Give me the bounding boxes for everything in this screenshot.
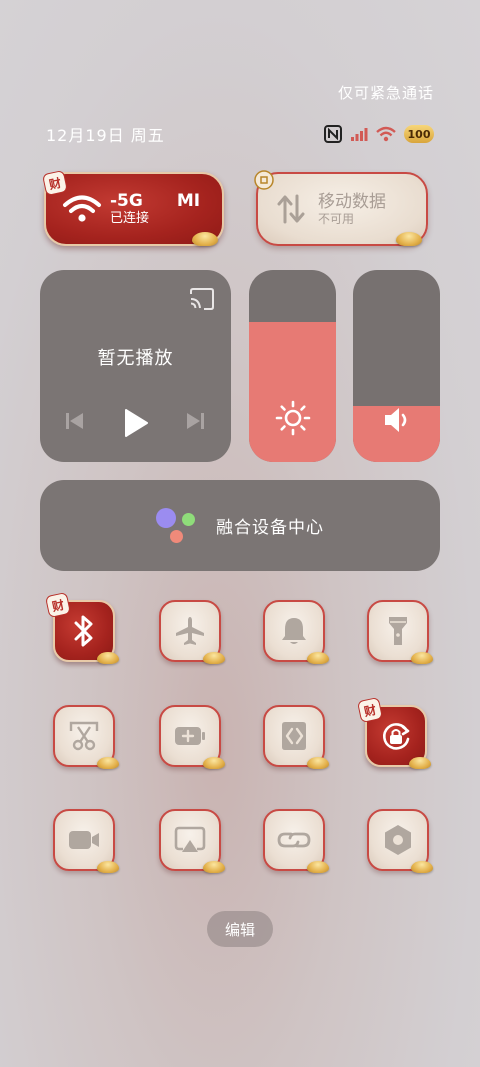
data-arrows-icon [277, 194, 305, 224]
bluetooth-icon [74, 615, 93, 647]
rotation-lock-toggle[interactable]: 财 [356, 696, 431, 769]
coin-icon [254, 170, 274, 190]
bell-icon [282, 618, 306, 644]
brightness-slider[interactable] [249, 270, 336, 462]
previous-icon[interactable] [64, 410, 86, 432]
gold-ingot-icon [409, 757, 431, 769]
rotation-lock-icon [383, 723, 410, 750]
gold-ingot-icon [307, 652, 329, 664]
play-icon[interactable] [122, 408, 150, 438]
mobile-data-status: 不可用 [318, 212, 355, 226]
hub-dots-icon [156, 507, 196, 544]
speaker-icon [384, 408, 406, 432]
gold-ingot-icon [307, 861, 329, 873]
gold-ingot-icon [97, 652, 119, 664]
volume-slider[interactable] [353, 270, 440, 462]
screen-mirror-toggle[interactable] [159, 809, 225, 873]
gold-ingot-icon [307, 757, 329, 769]
cast-arrows-icon [282, 722, 306, 750]
video-camera-icon [69, 831, 99, 849]
gold-ingot-icon [192, 232, 218, 246]
device-hub-button[interactable]: 融合设备中心 [40, 480, 440, 571]
gold-ingot-icon [97, 861, 119, 873]
date-label: 12月19日 周五 [46, 126, 165, 145]
battery-saver-icon [175, 727, 205, 745]
nearby-share-toggle[interactable] [263, 705, 329, 769]
sun-icon [275, 400, 310, 436]
device-hub-label: 融合设备中心 [216, 518, 324, 538]
flashlight-icon [389, 617, 407, 645]
cai-badge-icon: 财 [44, 591, 72, 619]
media-title: 暂无播放 [97, 348, 174, 369]
brightness-fill [249, 321, 336, 462]
media-player-card[interactable]: 暂无播放 [40, 270, 231, 462]
wifi-toggle[interactable]: 财 -5G MI 已连接 [41, 169, 224, 246]
gold-ingot-icon [203, 757, 225, 769]
gold-ingot-icon [203, 861, 225, 873]
wifi-name: -5G [110, 191, 143, 211]
screen-record-toggle[interactable] [53, 809, 119, 873]
settings-hex-icon [385, 825, 411, 855]
gold-ingot-icon [97, 757, 119, 769]
screenshot-toggle[interactable] [53, 705, 119, 769]
wifi-status: 已连接 [110, 211, 150, 227]
screen-mirror-icon [174, 826, 206, 852]
battery-saver-toggle[interactable] [159, 705, 225, 769]
system-icons: 100 [324, 125, 434, 143]
emergency-call-text: 仅可紧急通话 [337, 84, 434, 102]
wifi-status-icon [376, 126, 396, 142]
next-icon[interactable] [184, 410, 206, 432]
wifi-ssid-suffix: MI [176, 191, 201, 211]
gold-ingot-icon [411, 652, 433, 664]
edit-button[interactable]: 编辑 [207, 911, 273, 947]
settings-toggle[interactable] [367, 809, 433, 873]
cast-icon[interactable] [189, 288, 215, 310]
screenshot-scissors-icon [69, 721, 99, 751]
gold-ingot-icon [203, 652, 225, 664]
wifi-icon [63, 195, 101, 222]
mobile-data-title: 移动数据 [318, 191, 386, 212]
airplane-icon [176, 617, 204, 645]
sound-mode-toggle[interactable] [263, 600, 329, 664]
battery-indicator: 100 [404, 125, 434, 143]
bluetooth-toggle[interactable]: 财 [44, 591, 119, 664]
gold-ingot-icon [411, 861, 433, 873]
flashlight-toggle[interactable] [367, 600, 433, 664]
airplane-toggle[interactable] [159, 600, 225, 664]
mobile-data-toggle[interactable]: 移动数据 不可用 [254, 170, 428, 246]
link-icon [277, 832, 311, 848]
signal-icon [351, 128, 368, 141]
gold-ingot-icon [396, 232, 422, 246]
nfc-icon [324, 125, 342, 143]
status-bar: 12月19日 周五 100 [46, 122, 434, 146]
connection-toggle[interactable] [263, 809, 329, 873]
